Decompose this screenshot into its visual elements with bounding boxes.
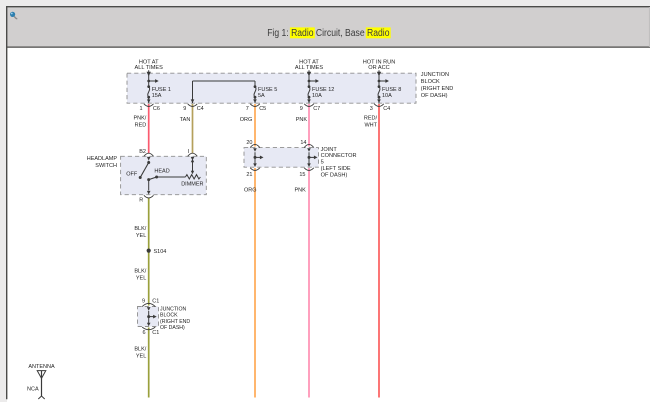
svg-text:5A: 5A bbox=[258, 93, 265, 99]
svg-text:15: 15 bbox=[299, 172, 305, 178]
svg-text:FUSE 12: FUSE 12 bbox=[312, 87, 334, 93]
svg-text:Fig 1:: Fig 1: bbox=[267, 28, 291, 39]
svg-text:YEL: YEL bbox=[136, 275, 146, 281]
svg-text:C4: C4 bbox=[383, 106, 390, 112]
svg-text:RED/: RED/ bbox=[364, 116, 378, 122]
svg-text:7: 7 bbox=[246, 106, 249, 112]
svg-text:R: R bbox=[139, 198, 143, 204]
svg-text:YEL: YEL bbox=[136, 353, 146, 359]
svg-text:SWITCH: SWITCH bbox=[95, 163, 117, 169]
svg-text:B2: B2 bbox=[139, 149, 146, 155]
svg-text:BLK/: BLK/ bbox=[134, 346, 146, 352]
svg-text:NCA: NCA bbox=[27, 387, 39, 393]
svg-text:JUNCTION: JUNCTION bbox=[160, 306, 186, 312]
svg-text:5: 5 bbox=[321, 160, 324, 166]
svg-text:RED: RED bbox=[135, 123, 147, 129]
svg-text:C1: C1 bbox=[152, 299, 159, 305]
svg-text:C1: C1 bbox=[152, 330, 159, 336]
svg-text:C4: C4 bbox=[197, 106, 204, 112]
svg-text:Radio: Radio bbox=[291, 28, 314, 39]
svg-text:BLOCK: BLOCK bbox=[160, 313, 178, 319]
svg-text:OR ACC: OR ACC bbox=[368, 65, 389, 71]
svg-text:JUNCTION: JUNCTION bbox=[421, 72, 449, 78]
svg-text:Circuit, Base: Circuit, Base bbox=[314, 28, 368, 39]
svg-text:C7: C7 bbox=[313, 106, 320, 112]
svg-text:(RIGHT END: (RIGHT END bbox=[160, 319, 190, 325]
svg-text:9: 9 bbox=[183, 106, 186, 112]
svg-text:21: 21 bbox=[246, 172, 252, 178]
svg-text:OFF: OFF bbox=[126, 171, 138, 177]
svg-text:HEADLAMP: HEADLAMP bbox=[87, 156, 118, 162]
svg-text:(RIGHT END: (RIGHT END bbox=[421, 86, 454, 92]
svg-text:1: 1 bbox=[139, 106, 142, 112]
svg-text:FUSE 1: FUSE 1 bbox=[152, 87, 171, 93]
svg-text:10A: 10A bbox=[312, 93, 322, 99]
svg-text:PNK: PNK bbox=[296, 117, 308, 123]
svg-text:6: 6 bbox=[142, 330, 145, 336]
svg-text:HEAD: HEAD bbox=[154, 169, 169, 175]
svg-text:ORG: ORG bbox=[240, 117, 253, 123]
svg-text:9: 9 bbox=[300, 106, 303, 112]
svg-text:15A: 15A bbox=[152, 93, 162, 99]
svg-text:ALL TIMES: ALL TIMES bbox=[295, 65, 324, 71]
svg-text:20: 20 bbox=[246, 140, 252, 146]
svg-text:Radio: Radio bbox=[367, 28, 390, 39]
svg-text:PNK: PNK bbox=[295, 188, 307, 194]
svg-text:9: 9 bbox=[142, 299, 145, 305]
svg-text:WHT: WHT bbox=[364, 123, 377, 129]
svg-text:BLK/: BLK/ bbox=[134, 268, 146, 274]
svg-text:PNK/: PNK/ bbox=[133, 116, 146, 122]
svg-text:FUSE 8: FUSE 8 bbox=[382, 87, 401, 93]
svg-text:S104: S104 bbox=[154, 249, 167, 255]
svg-text:14: 14 bbox=[300, 140, 306, 146]
svg-text:CONNECTOR: CONNECTOR bbox=[321, 153, 357, 159]
svg-text:3: 3 bbox=[370, 106, 373, 112]
svg-text:BLOCK: BLOCK bbox=[421, 79, 440, 85]
svg-text:ALL TIMES: ALL TIMES bbox=[135, 65, 164, 71]
svg-text:YEL: YEL bbox=[136, 233, 146, 239]
svg-text:BLK/: BLK/ bbox=[134, 226, 146, 232]
svg-text:OF DASH): OF DASH) bbox=[421, 93, 448, 99]
svg-text:FUSE 5: FUSE 5 bbox=[258, 87, 277, 93]
svg-text:ANTENNA: ANTENNA bbox=[28, 364, 55, 370]
svg-text:OF DASH): OF DASH) bbox=[321, 172, 348, 178]
svg-text:JOINT: JOINT bbox=[321, 147, 338, 153]
svg-text:TAN: TAN bbox=[180, 117, 191, 123]
svg-text:(LEFT SIDE: (LEFT SIDE bbox=[321, 166, 351, 172]
svg-text:ORG: ORG bbox=[244, 188, 257, 194]
svg-text:10A: 10A bbox=[382, 93, 392, 99]
svg-text:C6: C6 bbox=[153, 106, 160, 112]
svg-text:OF DASH): OF DASH) bbox=[160, 325, 185, 331]
svg-text:DIMMER: DIMMER bbox=[181, 182, 203, 188]
svg-text:C5: C5 bbox=[259, 106, 266, 112]
